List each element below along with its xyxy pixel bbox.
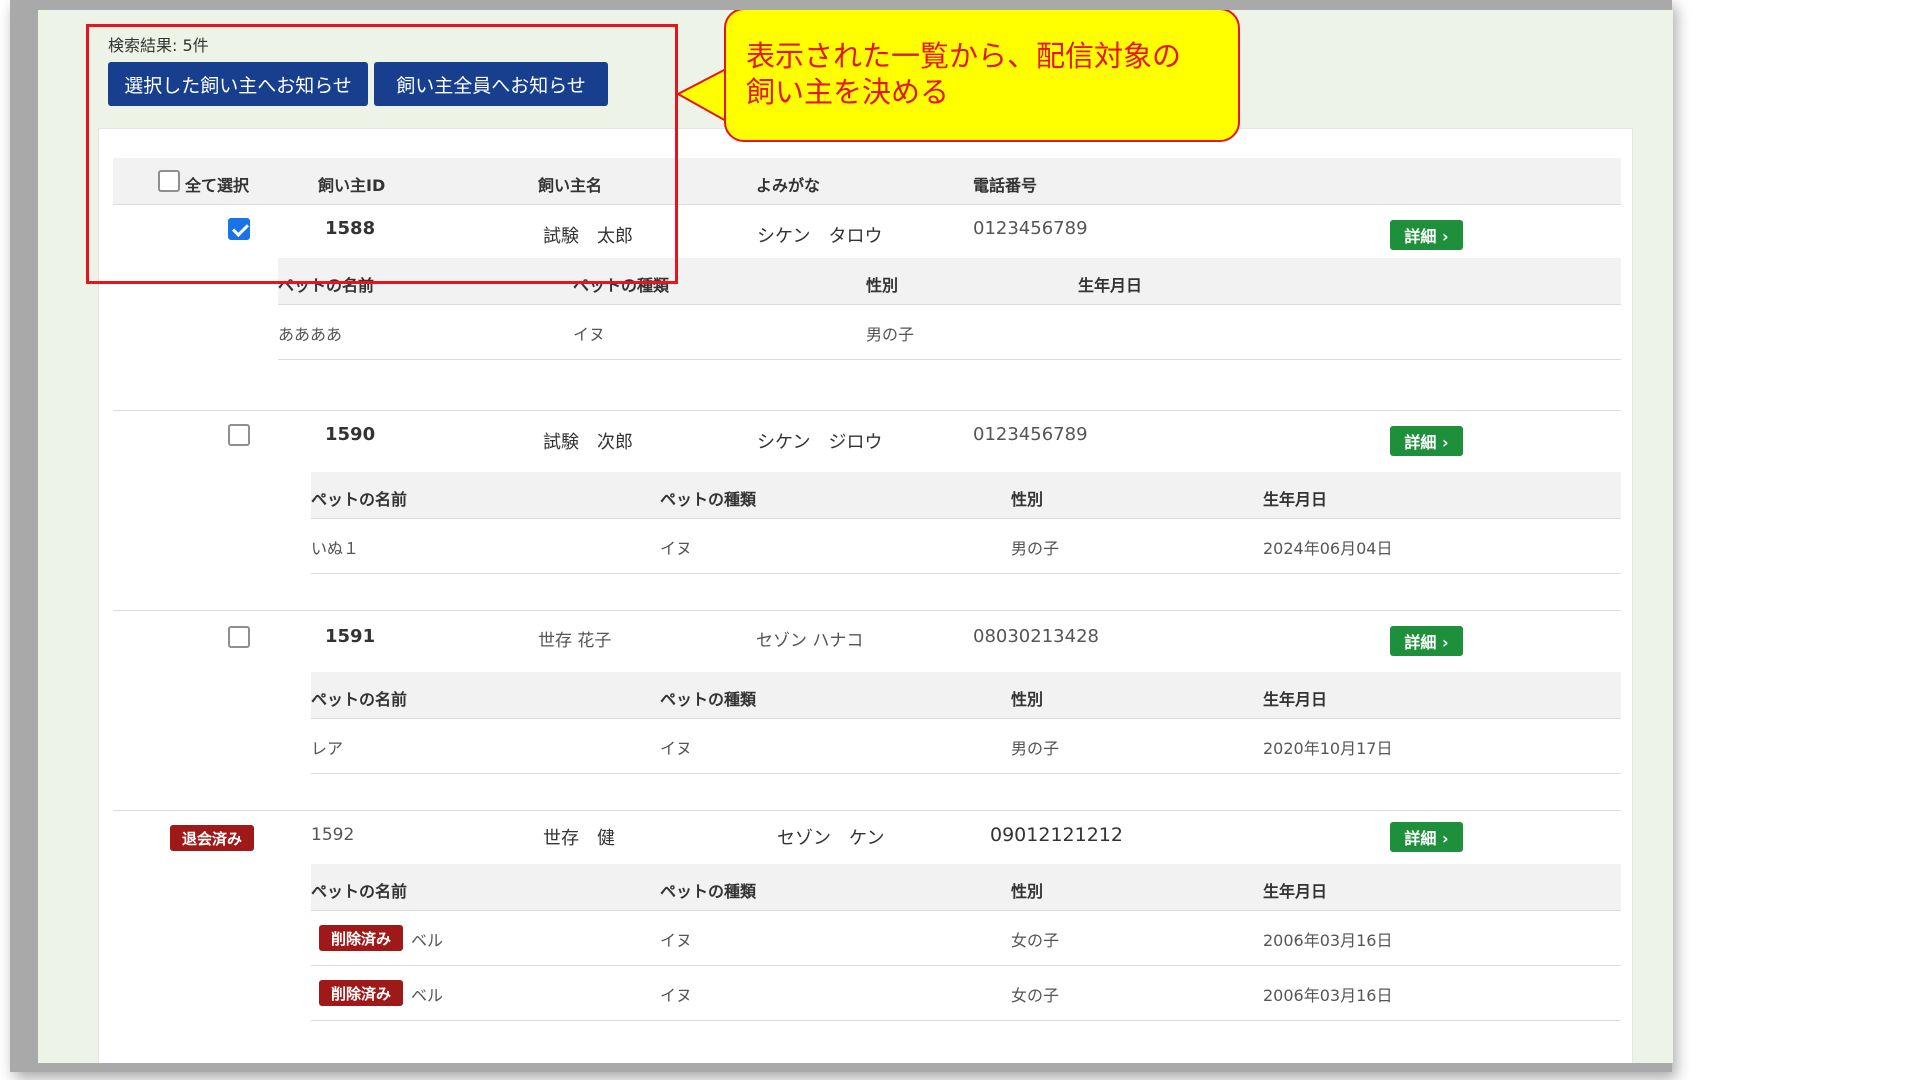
- pet-name-header: ペットの名前: [311, 490, 408, 509]
- pet-birthday: 2006年03月16日: [1263, 931, 1393, 950]
- owner-checkbox[interactable]: [228, 626, 250, 648]
- retired-badge: 退会済み: [170, 825, 254, 851]
- pet-name: いぬ１: [311, 539, 360, 558]
- owner-kana: シケン タロウ: [757, 226, 883, 247]
- pet-name-header: ペットの名前: [311, 882, 408, 901]
- pet-type: イヌ: [660, 931, 693, 950]
- pet-type: イヌ: [660, 539, 693, 558]
- owner-table-header: 全て選択 飼い主ID 飼い主名 よみがな 電話番号: [113, 158, 1621, 205]
- pet-birthday: 2020年10月17日: [1263, 739, 1393, 758]
- pet-birthday-header: 生年月日: [1263, 490, 1328, 509]
- pet-type: イヌ: [573, 325, 606, 344]
- detail-button[interactable]: 詳細 ›: [1390, 626, 1463, 656]
- pet-sex: 男の子: [1011, 739, 1060, 758]
- callout-tail: [678, 66, 728, 124]
- pet-sex-header: 性別: [1011, 882, 1044, 901]
- owner-kana: シケン ジロウ: [757, 432, 883, 453]
- owner-name: 世存 花子: [538, 631, 612, 651]
- owner-id-header: 飼い主ID: [318, 176, 386, 195]
- notify-all-button[interactable]: 飼い主全員へお知らせ: [374, 62, 608, 106]
- callout-line-1: 表示された一覧から、配信対象の: [746, 39, 1182, 73]
- pet-birthday-header: 生年月日: [1263, 690, 1328, 709]
- pet-row: 削除済み ベル イヌ 女の子 2006年03月16日: [311, 966, 1621, 1021]
- annotation-callout: 表示された一覧から、配信対象の 飼い主を決める: [724, 10, 1240, 142]
- owner-checkbox[interactable]: [228, 218, 250, 240]
- owner-kana: セゾン ハナコ: [756, 631, 864, 651]
- pet-birthday: 2024年06月04日: [1263, 539, 1393, 558]
- pet-name-header: ペットの名前: [278, 276, 375, 295]
- pet-name-header: ペットの名前: [311, 690, 408, 709]
- pet-row: いぬ１ イヌ 男の子 2024年06月04日: [311, 519, 1621, 574]
- pet-name: ベル: [411, 986, 444, 1005]
- owner-id: 1591: [325, 626, 376, 647]
- deleted-badge: 削除済み: [319, 980, 403, 1006]
- notify-selected-button[interactable]: 選択した飼い主へお知らせ: [108, 62, 368, 106]
- pet-type-header: ペットの種類: [660, 690, 757, 709]
- select-all-label: 全て選択: [185, 176, 250, 195]
- pet-birthday-header: 生年月日: [1263, 882, 1328, 901]
- pet-type-header: ペットの種類: [660, 490, 757, 509]
- pet-sex: 男の子: [1011, 539, 1060, 558]
- pet-sex: 女の子: [1011, 986, 1060, 1005]
- deleted-badge: 削除済み: [319, 925, 403, 951]
- pet-birthday: 2006年03月16日: [1263, 986, 1393, 1005]
- pet-table-header: ペットの名前 ペットの種類 性別 生年月日: [311, 472, 1621, 519]
- owner-kana: セゾン ケン: [777, 828, 885, 849]
- pet-name: レア: [311, 739, 344, 758]
- pet-type: イヌ: [660, 986, 693, 1005]
- pet-type: イヌ: [660, 739, 693, 758]
- owner-id: 1592: [311, 825, 355, 845]
- pet-sex-header: 性別: [1011, 490, 1044, 509]
- window-frame: 検索結果: 5件 選択した飼い主へお知らせ 飼い主全員へお知らせ 全て選択 飼い…: [10, 0, 1673, 1072]
- owner-checkbox[interactable]: [228, 424, 250, 446]
- owner-name-header: 飼い主名: [538, 176, 603, 195]
- detail-button[interactable]: 詳細 ›: [1390, 426, 1463, 456]
- owner-name: 世存 健: [543, 828, 615, 849]
- owner-phone: 08030213428: [973, 626, 1099, 647]
- owner-row: 1591 世存 花子 セゾン ハナコ 08030213428 詳細 › ペットの…: [113, 610, 1621, 810]
- owner-row: 1588 試験 太郎 シケン タロウ 0123456789 詳細 › ペットの名…: [113, 204, 1621, 410]
- callout-line-2: 飼い主を決める: [746, 75, 950, 109]
- pet-table-header: ペットの名前 ペットの種類 性別 生年月日: [311, 864, 1621, 911]
- pet-sex: 女の子: [1011, 931, 1060, 950]
- pet-table-header: ペットの名前 ペットの種類 性別 生年月日: [311, 672, 1621, 719]
- owner-row: 1590 試験 次郎 シケン ジロウ 0123456789 詳細 › ペットの名…: [113, 410, 1621, 610]
- owner-id: 1588: [325, 218, 376, 239]
- owner-phone: 0123456789: [973, 424, 1088, 445]
- page: 検索結果: 5件 選択した飼い主へお知らせ 飼い主全員へお知らせ 全て選択 飼い…: [38, 10, 1673, 1063]
- owner-phone: 09012121212: [990, 824, 1123, 846]
- detail-button[interactable]: 詳細 ›: [1390, 220, 1463, 250]
- pet-name: ああああ: [278, 325, 343, 344]
- kana-header: よみがな: [756, 176, 821, 195]
- pet-sex: 男の子: [866, 325, 915, 344]
- owner-phone: 0123456789: [973, 218, 1088, 239]
- row-divider: [113, 810, 1621, 811]
- detail-button[interactable]: 詳細 ›: [1390, 822, 1463, 852]
- phone-header: 電話番号: [973, 176, 1038, 195]
- row-divider: [113, 410, 1621, 411]
- pet-row: 削除済み ベル イヌ 女の子 2006年03月16日: [311, 911, 1621, 966]
- owner-name: 試験 太郎: [543, 226, 633, 247]
- pet-type-header: ペットの種類: [573, 276, 670, 295]
- pet-sex-header: 性別: [866, 276, 899, 295]
- owner-row: 退会済み 1592 世存 健 セゾン ケン 09012121212 詳細 › ペ…: [113, 810, 1621, 1060]
- pet-birthday-header: 生年月日: [1078, 276, 1143, 295]
- pet-type-header: ペットの種類: [660, 882, 757, 901]
- pet-row: ああああ イヌ 男の子: [278, 305, 1621, 360]
- select-all-checkbox[interactable]: [158, 170, 180, 192]
- owner-name: 試験 次郎: [543, 432, 633, 453]
- result-count: 検索結果: 5件: [108, 36, 209, 55]
- pet-name: ベル: [411, 931, 444, 950]
- owner-id: 1590: [325, 424, 376, 445]
- row-divider: [113, 610, 1621, 611]
- pet-sex-header: 性別: [1011, 690, 1044, 709]
- pet-row: レア イヌ 男の子 2020年10月17日: [311, 719, 1621, 774]
- pet-table-header: ペットの名前 ペットの種類 性別 生年月日: [278, 258, 1621, 305]
